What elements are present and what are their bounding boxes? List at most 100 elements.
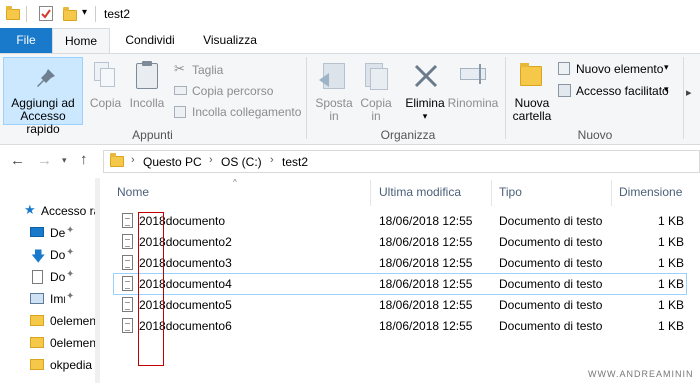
file-modified: 18/06/2018 12:55 xyxy=(379,235,473,249)
copy-button[interactable]: Copia xyxy=(89,60,122,116)
ribbon-overflow-icon[interactable]: ▸ xyxy=(686,86,692,99)
nav-item-download[interactable]: 🡇 Download ✦ xyxy=(30,244,100,266)
tab-view[interactable]: Visualizza xyxy=(196,28,264,53)
new-folder-quick-icon[interactable] xyxy=(63,7,77,21)
nav-item-pictures[interactable]: Immagini ✦ xyxy=(30,288,100,310)
pin-label-line2: Accesso rapido xyxy=(20,109,66,136)
desktop-icon xyxy=(30,227,44,237)
sort-indicator-icon: ^ xyxy=(233,178,237,187)
move-to-button[interactable]: Sposta in xyxy=(313,60,355,124)
chevron-right-icon: › xyxy=(270,154,274,166)
file-size: 1 KB xyxy=(657,298,684,312)
text-document-icon xyxy=(122,213,133,228)
group-clipboard-label: Appunti xyxy=(132,128,173,142)
delete-dropdown-icon[interactable]: ▾ xyxy=(403,110,447,123)
copy-to-button[interactable]: Copia in xyxy=(357,60,395,124)
nav-item-folder-2[interactable]: 0elementi xyxy=(30,332,100,354)
recent-locations-icon[interactable]: ▾ xyxy=(62,155,67,166)
easy-access-button[interactable]: Accesso facilitato ▾ xyxy=(556,82,676,100)
nav-item-desktop[interactable]: Desktop ✦ xyxy=(30,222,100,244)
new-folder-button[interactable]: Nuova cartella xyxy=(510,60,554,124)
file-list-scrollbar[interactable] xyxy=(693,178,700,383)
address-folder-icon xyxy=(110,153,124,167)
file-type: Documento di testo xyxy=(499,235,603,249)
customize-toolbar-icon[interactable]: ▾ xyxy=(82,7,87,18)
pin-icon: ✦ xyxy=(66,225,75,236)
file-type: Documento di testo xyxy=(499,277,603,291)
nav-quick-access[interactable]: ★ Accesso rapido xyxy=(24,200,100,222)
watermark: WWW.ANDREAMININI.COM xyxy=(588,369,700,379)
forward-arrow-icon[interactable]: → xyxy=(37,152,52,169)
pin-quick-access-button[interactable]: Aggiungi ad Accesso rapido xyxy=(3,57,83,136)
file-size: 1 KB xyxy=(657,277,684,291)
back-arrow-icon[interactable]: ← xyxy=(10,152,25,169)
paste-shortcut-icon xyxy=(174,106,186,118)
table-row[interactable]: 2018documento4 18/06/2018 12:55 Documento … xyxy=(113,273,687,295)
table-row[interactable]: 2018documento2 18/06/2018 12:55 Documento … xyxy=(114,232,688,253)
up-arrow-icon[interactable]: ↑ xyxy=(80,151,88,168)
rename-icon xyxy=(460,68,486,80)
paste-shortcut-button[interactable]: Incolla collegamento xyxy=(172,103,307,121)
column-header-type[interactable]: Tipo xyxy=(499,185,522,199)
file-type: Documento di testo xyxy=(499,214,603,228)
scissors-icon: ✂ xyxy=(174,61,185,76)
table-row[interactable]: 2018documento 18/06/2018 12:55 Documento d… xyxy=(114,211,688,232)
file-type: Documento di testo xyxy=(499,298,603,312)
address-bar[interactable]: › Questo PC › OS (C:) › test2 xyxy=(103,150,700,173)
file-size: 1 KB xyxy=(657,319,684,333)
nav-item-folder-3[interactable]: okpedia xyxy=(30,354,100,376)
file-modified: 18/06/2018 12:55 xyxy=(379,298,473,312)
table-row[interactable]: 2018documento6 18/06/2018 12:55 Documento … xyxy=(114,316,688,337)
new-folder-icon xyxy=(520,66,542,86)
delete-x-icon xyxy=(414,64,438,88)
documents-icon xyxy=(32,270,43,284)
folder-icon xyxy=(30,359,44,370)
file-list: Nome ^ Ultima modifica Tipo Dimensione 2… xyxy=(100,178,700,383)
star-icon: ★ xyxy=(24,202,36,217)
pin-icon: ✦ xyxy=(66,247,75,258)
cut-button[interactable]: ✂ Taglia xyxy=(172,61,302,79)
group-new-label: Nuovo xyxy=(577,128,613,142)
properties-icon[interactable] xyxy=(39,6,53,21)
pin-icon xyxy=(37,69,55,87)
copy-path-icon xyxy=(174,86,187,95)
text-document-icon xyxy=(122,297,133,312)
text-document-icon xyxy=(122,255,133,270)
window-title: test2 xyxy=(104,7,131,21)
delete-button[interactable]: Elimina ▾ xyxy=(403,60,447,124)
folder-icon xyxy=(30,315,44,326)
file-type: Documento di testo xyxy=(499,256,603,270)
file-modified: 18/06/2018 12:55 xyxy=(379,256,473,270)
rename-button[interactable]: Rinomina xyxy=(447,60,499,116)
chevron-right-icon: › xyxy=(209,154,213,166)
tab-file[interactable]: File xyxy=(0,28,52,53)
pictures-icon xyxy=(30,293,44,304)
easy-access-icon xyxy=(558,84,571,97)
file-modified: 18/06/2018 12:55 xyxy=(379,214,473,228)
table-row[interactable]: 2018documento5 18/06/2018 12:55 Documento … xyxy=(114,295,688,316)
download-arrow-icon: 🡇 xyxy=(31,248,46,264)
tab-home[interactable]: Home xyxy=(52,28,110,54)
column-header-size[interactable]: Dimensione xyxy=(619,185,682,199)
pin-icon: ✦ xyxy=(66,269,75,280)
column-header-modified[interactable]: Ultima modifica xyxy=(379,185,461,199)
breadcrumb-this-pc[interactable]: Questo PC xyxy=(143,155,202,169)
tab-share[interactable]: Condividi xyxy=(118,28,182,53)
copy-path-button[interactable]: Copia percorso xyxy=(172,82,302,100)
chevron-right-icon: › xyxy=(131,154,135,166)
file-size: 1 KB xyxy=(657,214,684,228)
nav-item-folder-1[interactable]: 0elementi xyxy=(30,310,100,332)
file-type: Documento di testo xyxy=(499,319,603,333)
file-size: 1 KB xyxy=(657,235,684,249)
easy-access-dropdown-icon: ▾ xyxy=(664,84,669,94)
column-header-name[interactable]: Nome xyxy=(117,185,149,199)
nav-item-documents[interactable]: Documenti ✦ xyxy=(30,266,100,288)
breadcrumb-folder[interactable]: test2 xyxy=(282,155,308,169)
table-row[interactable]: 2018documento3 18/06/2018 12:55 Documento … xyxy=(114,253,688,274)
file-modified: 18/06/2018 12:55 xyxy=(379,319,473,333)
new-item-button[interactable]: Nuovo elemento ▾ xyxy=(556,60,676,78)
paste-button[interactable]: Incolla xyxy=(127,60,167,116)
file-modified: 18/06/2018 12:55 xyxy=(379,277,473,291)
pin-icon: ✦ xyxy=(66,291,75,302)
breadcrumb-drive[interactable]: OS (C:) xyxy=(221,155,262,169)
